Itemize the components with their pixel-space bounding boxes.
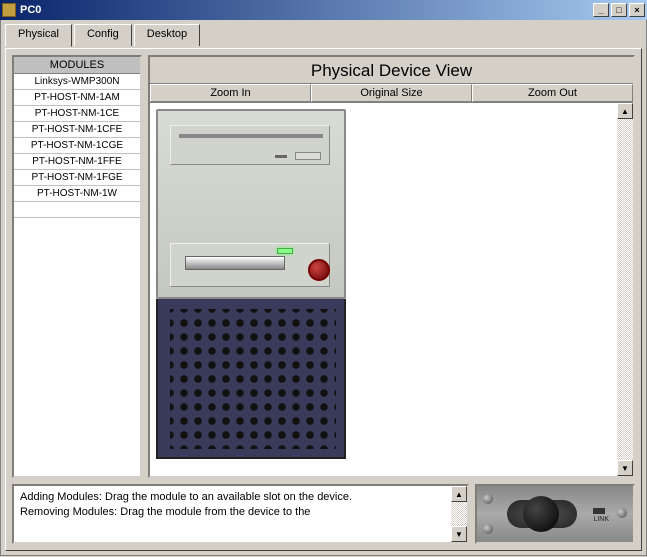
module-item[interactable]: PT-HOST-NM-1FFE — [14, 154, 140, 170]
scroll-up-button[interactable]: ▲ — [451, 486, 467, 502]
window-body: Physical Config Desktop MODULES Linksys-… — [0, 20, 647, 556]
lower-pane: Adding Modules: Drag the module to an av… — [12, 484, 635, 544]
module-item[interactable]: PT-HOST-NM-1AM — [14, 90, 140, 106]
device-vertical-scrollbar[interactable]: ▲ ▼ — [617, 103, 633, 476]
window-titlebar: PC0 _ □ × — [0, 0, 647, 20]
module-item[interactable]: PT-HOST-NM-1W — [14, 186, 140, 202]
scroll-down-button[interactable]: ▼ — [617, 460, 633, 476]
scroll-track[interactable] — [617, 119, 633, 460]
zoom-toolbar: Zoom In Original Size Zoom Out — [150, 83, 633, 103]
screw-icon — [483, 494, 493, 504]
module-item-empty[interactable] — [14, 202, 140, 218]
modules-panel: MODULES Linksys-WMP300N PT-HOST-NM-1AM P… — [12, 55, 142, 478]
vent-grille-icon — [170, 309, 336, 449]
scroll-track[interactable] — [451, 502, 467, 526]
link-led-icon — [593, 508, 605, 514]
window-title: PC0 — [20, 4, 591, 16]
upper-pane: MODULES Linksys-WMP300N PT-HOST-NM-1AM P… — [12, 55, 635, 478]
tab-bar: Physical Config Desktop — [5, 24, 642, 46]
app-icon — [2, 3, 16, 17]
zoom-in-button[interactable]: Zoom In — [150, 84, 311, 102]
power-switch-panel[interactable]: LINK — [475, 484, 635, 544]
cd-slot — [179, 134, 323, 138]
floppy-slot — [185, 256, 285, 270]
device-view-title: Physical Device View — [150, 57, 633, 83]
module-item[interactable]: Linksys-WMP300N — [14, 74, 140, 90]
modules-header[interactable]: MODULES — [14, 57, 140, 74]
cd-eject-button[interactable] — [295, 152, 321, 160]
module-item[interactable]: PT-HOST-NM-1FGE — [14, 170, 140, 186]
screw-icon — [617, 508, 627, 518]
tab-physical[interactable]: Physical — [5, 24, 72, 47]
device-canvas[interactable] — [150, 103, 617, 476]
zoom-out-button[interactable]: Zoom Out — [472, 84, 633, 102]
module-item[interactable]: PT-HOST-NM-1CE — [14, 106, 140, 122]
power-button-icon[interactable] — [308, 259, 330, 281]
tower-front-lower — [156, 299, 346, 459]
link-label: LINK — [593, 516, 609, 523]
device-canvas-wrap: ▲ ▼ — [150, 103, 633, 476]
help-text-box: Adding Modules: Drag the module to an av… — [12, 484, 469, 544]
module-item[interactable]: PT-HOST-NM-1CGE — [14, 138, 140, 154]
modules-list: Linksys-WMP300N PT-HOST-NM-1AM PT-HOST-N… — [14, 74, 140, 476]
tab-config[interactable]: Config — [74, 24, 132, 46]
power-switch-knob[interactable] — [523, 496, 559, 532]
tab-panel-physical: MODULES Linksys-WMP300N PT-HOST-NM-1AM P… — [5, 48, 642, 551]
maximize-button[interactable]: □ — [611, 3, 627, 17]
help-text: Adding Modules: Drag the module to an av… — [14, 486, 451, 542]
screw-icon — [483, 524, 493, 534]
help-line: Adding Modules: Drag the module to an av… — [20, 490, 445, 505]
floppy-drive-bay[interactable] — [170, 243, 330, 287]
cd-drive-bay[interactable] — [170, 125, 330, 165]
pc-tower[interactable] — [156, 109, 346, 464]
tab-desktop[interactable]: Desktop — [134, 24, 200, 46]
close-button[interactable]: × — [629, 3, 645, 17]
device-view-panel: Physical Device View Zoom In Original Si… — [148, 55, 635, 478]
help-vertical-scrollbar[interactable]: ▲ ▼ — [451, 486, 467, 542]
tower-front-upper — [156, 109, 346, 299]
module-item[interactable]: PT-HOST-NM-1CFE — [14, 122, 140, 138]
original-size-button[interactable]: Original Size — [311, 84, 472, 102]
scroll-down-button[interactable]: ▼ — [451, 526, 467, 542]
minimize-button[interactable]: _ — [593, 3, 609, 17]
help-line: Removing Modules: Drag the module from t… — [20, 505, 445, 520]
cd-led-icon — [275, 155, 287, 158]
floppy-led-icon — [277, 248, 293, 254]
scroll-up-button[interactable]: ▲ — [617, 103, 633, 119]
